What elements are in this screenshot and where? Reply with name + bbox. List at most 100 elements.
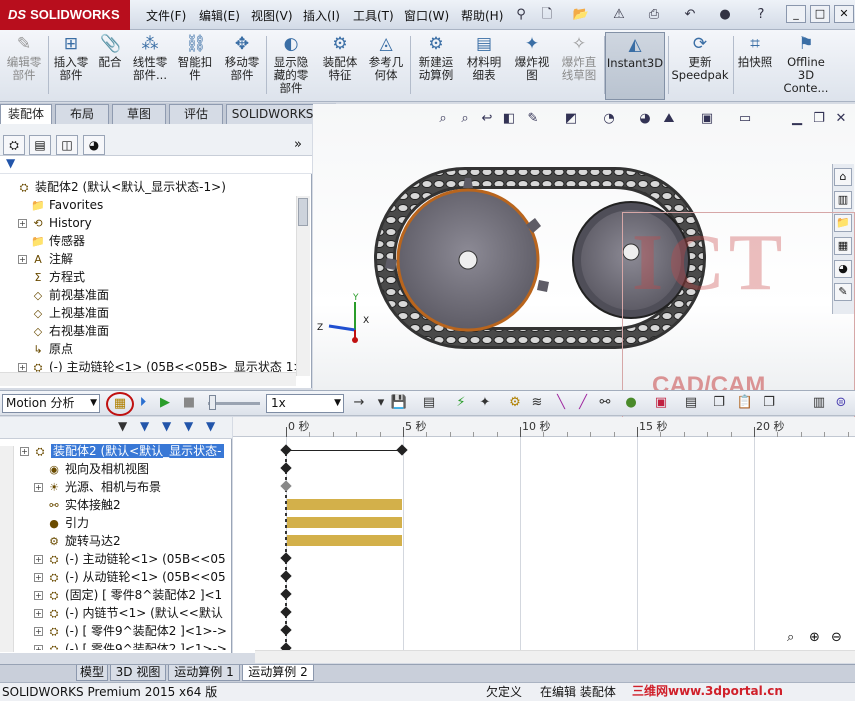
study-type-select[interactable]: Motion 分析 ▼ [2,394,100,413]
tool-mate[interactable]: 📎 配合 [94,32,126,100]
print-icon[interactable]: ⎙ [645,6,663,24]
filter-icon[interactable]: ▼ [118,419,127,433]
tool-reference-geometry[interactable]: ◬ 参考几 何体 [364,32,408,100]
expand-icon[interactable]: + [18,219,27,228]
tree-item[interactable]: ↳ 原点 [0,340,73,358]
animation-wizard-icon[interactable]: ▤ [420,394,438,412]
contact-timeline-bar[interactable] [287,499,402,510]
motion-study-properties-icon[interactable]: ▤ [682,394,700,412]
expand-icon[interactable]: + [20,447,29,456]
window-split-icon[interactable]: ▭ [736,110,754,128]
menu-tools[interactable]: 工具(T) [353,7,394,24]
tree-item[interactable]: + ⟲ History [0,214,92,232]
expand-icon[interactable]: + [34,591,43,600]
expand-icon[interactable]: + [34,573,43,582]
tool-assembly-feature[interactable]: ⚙ 装配体 特征 [318,32,362,100]
calculate-button[interactable]: ▦ [106,392,134,416]
tree-item[interactable]: ⛭ 装配体2 (默认<默认_显示状态-1>) [0,178,226,196]
time-bar[interactable] [286,450,402,451]
tree-item[interactable]: + A 注解 [0,250,73,268]
tool-new-motion-study[interactable]: ⚙ 新建运 动算例 [414,32,458,100]
tab-motion-study-2[interactable]: 运动算例 2 [242,665,314,681]
tool-offline-3d-content[interactable]: ⚑ Offline 3D Conte... [782,32,830,100]
tab-motion-study-1[interactable]: 运动算例 1 [168,665,240,681]
tree-item[interactable]: + ⛭ (-) 主动链轮<1> (05B<<05B>_显示状态 1>) [0,358,296,372]
play-from-start-icon[interactable]: ⏵ [134,394,152,412]
open-folder-icon[interactable]: 📂 [572,6,590,24]
filter-selected-icon[interactable]: ▼ [184,419,193,433]
tool-exploded-view[interactable]: ✦ 爆炸视 图 [510,32,554,100]
view-orientation-icon[interactable]: ◩ [562,110,580,128]
tree-item[interactable]: 📁 传感器 [0,232,85,250]
expand-panel-icon[interactable]: » [294,137,302,152]
timeline-scrollbar[interactable] [255,650,855,663]
gravity-timeline-bar[interactable] [287,517,402,528]
menu-window[interactable]: 窗口(W) [404,7,449,24]
section-view-icon[interactable]: ◧ [500,110,518,128]
pin-icon[interactable]: ⚲ [512,6,530,24]
tool-move-component[interactable]: ✥ 移动零 部件 [220,32,264,100]
tab-layout[interactable]: 布局 [55,104,109,124]
results-plots-icon[interactable]: ▣ [652,394,670,412]
damper-icon[interactable]: ╲ [552,394,570,412]
playback-mode-dropdown-icon[interactable]: ▾ [372,394,390,412]
zoom-in-timeline-icon[interactable]: ⊕ [809,630,820,645]
tool-linear-pattern[interactable]: ⁂ 线性零 部件... [128,32,172,100]
filter-driving-icon[interactable]: ▼ [162,419,171,433]
timeline-settings-icon[interactable]: ▥ [810,394,828,412]
motion-tree-item[interactable]: ◉ 视向及相机视图 [16,460,232,478]
motor-icon[interactable]: ⚙ [506,394,524,412]
tool-edit-part[interactable]: ✎ 编辑零 部件 [2,32,46,100]
feature-manager-tab-icon[interactable]: ⛭ [3,135,25,155]
scene-icon[interactable]: ⛰ [660,110,678,128]
tree-item[interactable]: 📁 Favorites [0,196,103,214]
menu-help[interactable]: 帮助(H) [461,7,503,24]
tool-insert-component[interactable]: ⊞ 插入零 部件 [50,32,92,100]
copy-icon[interactable]: ❐ [710,394,728,412]
motion-tree-scrollbar[interactable] [0,446,14,652]
playback-mode-icon[interactable]: → [350,394,368,412]
expand-icon[interactable]: + [34,555,43,564]
motion-tree-item[interactable]: ⚙ 旋转马达2 [16,532,232,550]
filter-results-icon[interactable]: ▼ [206,419,215,433]
tree-horizontal-scrollbar[interactable] [0,372,296,386]
motion-tree-item[interactable]: ● 引力 [16,514,232,532]
expand-icon[interactable]: + [18,363,27,372]
display-manager-tab-icon[interactable]: ◕ [83,135,105,155]
tab-3d-view[interactable]: 3D 视图 [110,665,166,681]
warning-icon[interactable]: ⚠ [610,6,628,24]
help-icon[interactable]: ? [752,6,770,24]
menu-view[interactable]: 视图(V) [251,7,293,24]
motion-tree-item[interactable]: + ☀ 光源、相机与布景 [16,478,232,496]
collapse-motion-manager-icon[interactable]: ⊜ [832,394,850,412]
solidworks-logo[interactable]: DS SOLIDWORKS [0,0,130,30]
viewport-close-icon[interactable]: ✕ [832,110,850,128]
tool-show-hidden[interactable]: ◐ 显示隐 藏的零 部件 [268,32,314,100]
tool-bom[interactable]: ▤ 材料明 细表 [462,32,506,100]
scrollbar-thumb[interactable] [298,198,308,226]
close-button[interactable]: ✕ [834,5,854,23]
configuration-manager-tab-icon[interactable]: ◫ [56,135,78,155]
tree-filter[interactable]: ▼ [0,156,312,174]
paste-options-icon[interactable]: ❐ [760,394,778,412]
motion-tree-item[interactable]: + ⛭ 装配体2 (默认<默认_显示状态- [16,442,232,460]
expand-icon[interactable]: + [34,627,43,636]
tool-smart-fastener[interactable]: ⛓ 智能扣 件 [174,32,216,100]
tree-item[interactable]: Σ 方程式 [0,268,86,286]
view-settings-icon[interactable]: ▣ [698,110,716,128]
tab-model[interactable]: 模型 [76,665,108,681]
tree-item[interactable]: ◇ 右视基准面 [0,322,109,340]
design-library-icon[interactable]: ▥ [834,191,852,209]
tab-sketch[interactable]: 草图 [112,104,166,124]
expand-icon[interactable]: + [34,645,43,650]
display-style-icon[interactable]: ◔ [600,110,618,128]
motion-tree-item[interactable]: + ⛭ (-) 从动链轮<1> (05B<<05 [16,568,232,586]
zoom-to-fit-icon[interactable]: ⌕ [434,110,452,128]
motion-tree-item[interactable]: + ⛭ (固定) [ 零件8^装配体2 ]<1 [16,586,232,604]
viewport-restore-icon[interactable]: ❐ [810,110,828,128]
new-document-icon[interactable]: 🗋 [538,6,556,24]
playback-speed-select[interactable]: 1x ▼ [266,394,344,413]
tree-item[interactable]: ◇ 上视基准面 [0,304,109,322]
viewport-minimize-icon[interactable]: ▁ [788,110,806,128]
stop-icon[interactable]: ■ [180,394,198,412]
